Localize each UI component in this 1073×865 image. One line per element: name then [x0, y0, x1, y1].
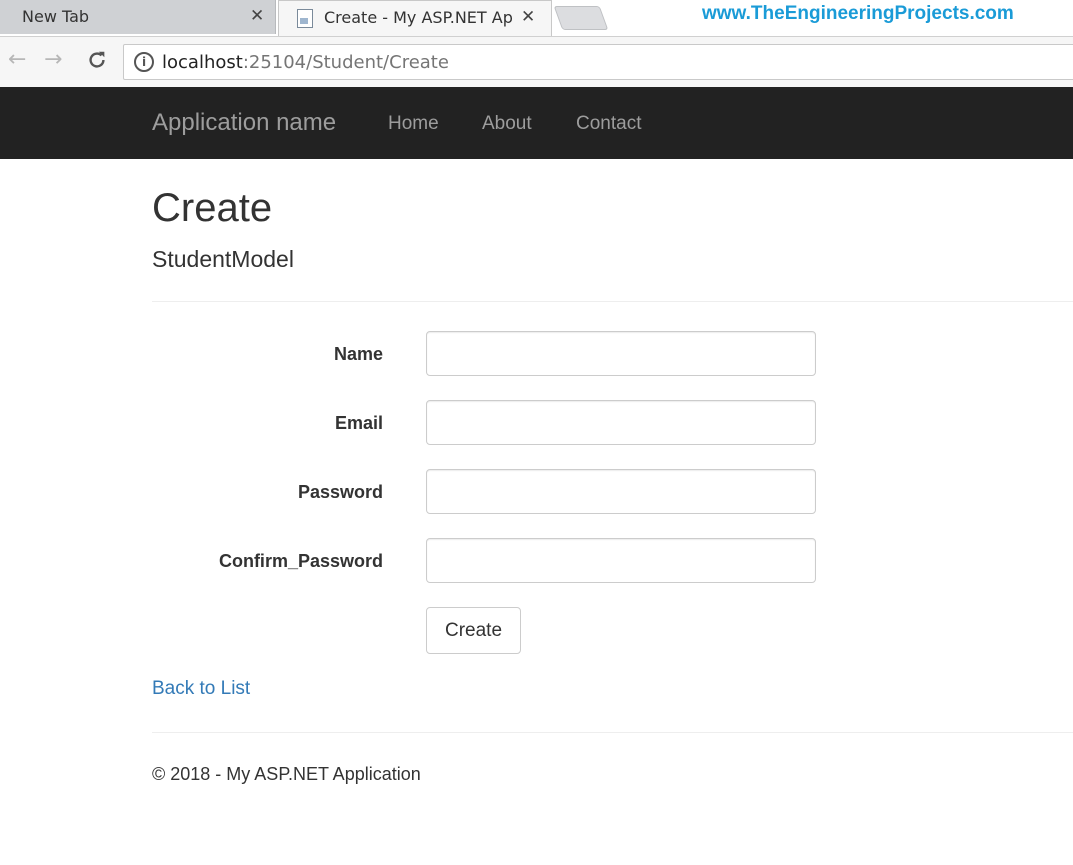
email-label: Email — [334, 413, 383, 433]
confirm-password-input[interactable] — [426, 538, 816, 583]
password-label: Password — [297, 482, 383, 502]
page-title: Create — [152, 186, 273, 230]
form-row-confirm-password: Confirm_Password — [152, 538, 1073, 586]
page-icon — [297, 9, 313, 28]
new-tab-button[interactable] — [553, 6, 609, 30]
back-to-list-link[interactable]: Back to List — [152, 678, 250, 700]
info-icon[interactable]: i — [134, 52, 154, 72]
tab-title: Create - My ASP.NET App — [324, 8, 512, 27]
create-button[interactable]: Create — [426, 607, 521, 654]
tab-create[interactable]: Create - My ASP.NET App ✕ — [278, 0, 552, 36]
tab-title: New Tab — [22, 7, 90, 26]
browser-tab-strip: New Tab ✕ Create - My ASP.NET App ✕ www.… — [0, 0, 1073, 36]
name-label: Name — [333, 344, 383, 364]
email-input[interactable] — [426, 400, 816, 445]
url-host: localhost — [162, 52, 243, 73]
address-bar[interactable]: i localhost:25104/Student/Create — [123, 44, 1073, 80]
nav-link-home[interactable]: Home — [388, 113, 439, 135]
brand-link[interactable]: Application name — [152, 109, 336, 137]
divider — [152, 301, 1073, 302]
form-row-password: Password — [152, 469, 1073, 517]
close-icon[interactable]: ✕ — [250, 6, 264, 26]
reload-icon[interactable] — [86, 48, 108, 77]
nav-link-contact[interactable]: Contact — [576, 113, 641, 135]
confirm-password-label: Confirm_Password — [218, 551, 383, 571]
close-icon[interactable]: ✕ — [521, 7, 535, 27]
site-navbar: Application name Home About Contact — [0, 87, 1073, 159]
url-path: :25104/Student/Create — [242, 52, 449, 73]
watermark: www.TheEngineeringProjects.com — [702, 3, 1014, 24]
form-row-name: Name — [152, 331, 1073, 379]
forward-arrow-icon[interactable]: → — [44, 48, 62, 72]
tab-new-tab[interactable]: New Tab ✕ — [0, 0, 276, 34]
footer-divider — [152, 732, 1073, 733]
footer-text: © 2018 - My ASP.NET Application — [152, 764, 421, 784]
page-subtitle: StudentModel — [152, 246, 294, 272]
password-input[interactable] — [426, 469, 816, 514]
url-text: localhost:25104/Student/Create — [162, 52, 449, 73]
browser-toolbar: ← → i localhost:25104/Student/Create — [0, 36, 1073, 88]
form-row-email: Email — [152, 400, 1073, 448]
back-arrow-icon[interactable]: ← — [8, 48, 26, 72]
nav-link-about[interactable]: About — [482, 113, 532, 135]
name-input[interactable] — [426, 331, 816, 376]
